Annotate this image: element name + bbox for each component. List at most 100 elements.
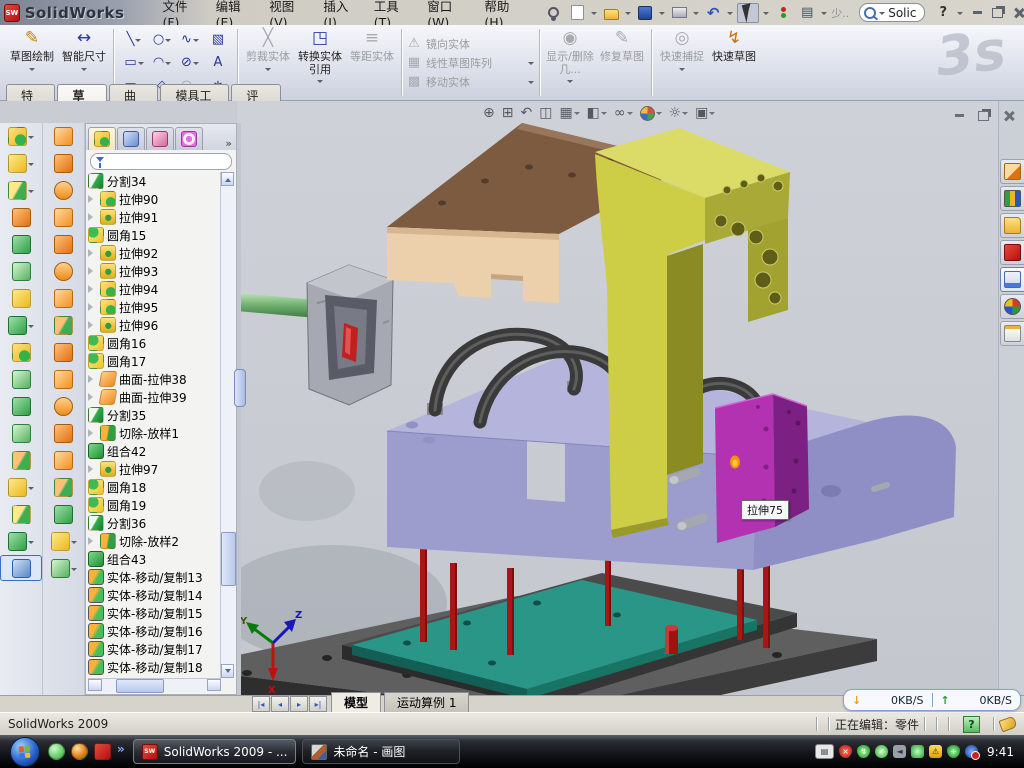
dropdown-caret[interactable] [165, 62, 171, 68]
toolbar-button[interactable] [1, 501, 41, 528]
expander-icon[interactable] [88, 429, 97, 437]
dropdown-caret[interactable] [627, 112, 633, 118]
doc-close-button[interactable] [1003, 110, 1014, 121]
toolbar-button[interactable] [1, 150, 41, 177]
tree-item[interactable]: 拉伸95 [88, 298, 221, 316]
tree-item[interactable]: 拉伸92 [88, 244, 221, 262]
toolbar-button[interactable] [1, 366, 41, 393]
prev-tab-button[interactable]: ◂ [271, 696, 289, 712]
custom-properties-tab[interactable] [1000, 321, 1024, 346]
tree-item[interactable]: 圆角17 [88, 352, 221, 370]
expander-icon[interactable] [88, 213, 97, 221]
toolbar-button[interactable] [1, 231, 41, 258]
quick-snaps-button[interactable]: ◎ 快速捕捉 [656, 25, 708, 100]
scroll-up-button[interactable] [221, 172, 234, 186]
task-button[interactable]: SW SolidWorks 2009 - ... [133, 739, 297, 764]
shield-power-icon[interactable]: ↯ [857, 745, 870, 758]
toolbar-button[interactable] [1, 474, 41, 501]
scrollbar-thumb[interactable] [221, 532, 236, 586]
first-tab-button[interactable]: |◂ [252, 696, 270, 712]
tree-item[interactable]: 圆角18 [88, 478, 221, 496]
toolbar-button[interactable] [44, 528, 84, 555]
repair-sketch-button[interactable]: ✎ 修复草图 [596, 25, 648, 100]
tree-overflow-chevron[interactable]: » [225, 137, 232, 150]
tree-item[interactable]: 组合42 [88, 442, 221, 460]
messenger-tray-icon[interactable] [911, 745, 924, 758]
tree-item[interactable]: 拉伸97 [88, 460, 221, 478]
toolbar-button[interactable] [44, 474, 84, 501]
tree-item[interactable]: 实体-移动/复制15 [88, 604, 221, 622]
toolbar-button[interactable] [1, 177, 41, 204]
tree-item[interactable]: 圆角19 [88, 496, 221, 514]
toolbar-button[interactable] [1, 123, 41, 150]
minimize-button[interactable] [973, 11, 982, 14]
offset-entities-button[interactable]: ≡ 等距实体 [346, 25, 398, 100]
toolbox-tab[interactable] [1000, 240, 1024, 265]
manager-tab[interactable] [175, 127, 203, 150]
panel-splitter[interactable] [237, 123, 241, 695]
toolbar-button[interactable] [1, 393, 41, 420]
tree-item[interactable]: 分割35 [88, 406, 221, 424]
task-button[interactable]: 未命名 - 画图 [302, 739, 460, 764]
tree-horizontal-scrollbar[interactable] [88, 678, 221, 692]
toolbar-button[interactable] [0, 555, 42, 581]
dropdown-caret[interactable] [165, 39, 171, 45]
display-delete-relations-button[interactable]: ◉ 显示/删除几... [544, 25, 596, 100]
tree-item[interactable]: 实体-移动/复制14 [88, 586, 221, 604]
dropdown-caret[interactable] [682, 112, 688, 118]
dropdown-caret[interactable] [71, 568, 77, 574]
overflow-item[interactable]: 少.. [831, 5, 849, 21]
spline-icon[interactable]: ∿ [176, 28, 204, 51]
file-explorer-tab[interactable] [1000, 213, 1024, 238]
hide-show-items-icon[interactable]: ∞ [614, 105, 633, 121]
view-orientation-icon[interactable]: ▦ [559, 105, 579, 121]
tree-item[interactable]: 拉伸91 [88, 208, 221, 226]
defender-icon[interactable]: + [947, 745, 960, 758]
line-icon[interactable]: ╲ [120, 28, 148, 51]
zoom-area-icon[interactable]: ⊞ [502, 105, 514, 121]
tree-item[interactable]: 圆角16 [88, 334, 221, 352]
tree-item[interactable]: 分割36 [88, 514, 221, 532]
dropdown-caret[interactable] [28, 541, 34, 547]
dropdown-caret[interactable] [28, 190, 34, 196]
mirror-entities-button[interactable]: ⚠ 镜向实体 [406, 36, 536, 52]
expander-icon[interactable] [88, 285, 97, 293]
linear-sketch-pattern-button[interactable]: ▦ 线性草图阵列 [406, 55, 536, 71]
section-view-icon[interactable]: ◫ [539, 105, 552, 121]
dropdown-caret[interactable] [709, 112, 715, 118]
manager-tab[interactable] [88, 127, 116, 150]
dropdown-caret[interactable] [265, 68, 271, 74]
toolbar-button[interactable] [44, 231, 84, 258]
help-caret[interactable] [957, 12, 963, 18]
antivirus-alert-icon[interactable]: × [839, 745, 852, 758]
dropdown-caret[interactable] [138, 62, 144, 68]
sketch-picture-icon[interactable]: ▧ [204, 28, 232, 51]
dropdown-caret[interactable] [574, 112, 580, 118]
view-settings-icon[interactable]: ☼ [669, 105, 689, 121]
dropdown-caret[interactable] [656, 112, 662, 118]
dropdown-caret[interactable] [28, 325, 34, 331]
toolbar-button[interactable] [44, 177, 84, 204]
tree-item[interactable]: 切除-放样1 [88, 424, 221, 442]
scroll-left-button[interactable] [88, 679, 102, 691]
tree-item[interactable]: 曲面-拉伸38 [88, 370, 221, 388]
toolbar-button[interactable] [44, 366, 84, 393]
expander-icon[interactable] [88, 537, 97, 545]
expander-icon[interactable] [88, 195, 97, 203]
graphics-viewport[interactable]: Y Z X ⊕ ⊞ [237, 101, 998, 695]
toolbar-button[interactable] [1, 285, 41, 312]
expander-icon[interactable] [88, 321, 97, 329]
manager-tab[interactable] [146, 127, 174, 150]
expander-icon[interactable] [88, 393, 97, 401]
toolbar-button[interactable] [44, 204, 84, 231]
model-tab[interactable]: 模型 [331, 692, 381, 712]
solidworks-quick-icon[interactable] [94, 743, 111, 760]
expander-icon[interactable] [88, 267, 97, 275]
toolbar-button[interactable] [44, 501, 84, 528]
tree-item[interactable]: 实体-移动/复制16 [88, 622, 221, 640]
media-quick-icon[interactable] [71, 743, 88, 760]
toolbar-button[interactable] [1, 312, 41, 339]
search-input[interactable]: Solic [859, 3, 925, 22]
sprue-bushing-part[interactable] [237, 265, 393, 405]
tree-item[interactable]: 分割34 [88, 172, 221, 190]
